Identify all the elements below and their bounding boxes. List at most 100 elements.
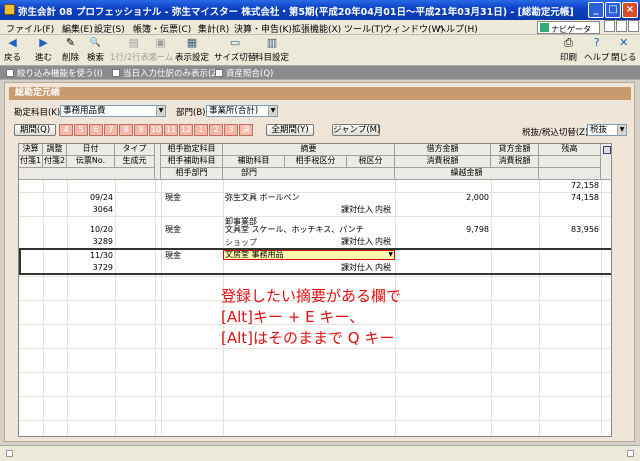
today-only-label: 当日入力仕訳のみ表示(Z) <box>123 69 221 79</box>
col-header-adjust: 調整 <box>43 144 67 156</box>
row-balance: 83,956 <box>571 225 599 234</box>
restore-doc-button[interactable] <box>616 20 627 32</box>
menu-books[interactable]: 帳簿・伝票(C) <box>133 22 191 35</box>
menu-file[interactable]: ファイル(F) <box>6 22 54 35</box>
opening-balance: 72,158 <box>571 181 599 190</box>
title-bar: 弥生会計 08 プロフェッショナル - 弥生マイスター 株式会社・第5期(平成2… <box>0 0 640 20</box>
dept-label: 部門(B) <box>176 108 206 118</box>
size-toggle-icon: ▭ <box>229 36 241 49</box>
month-tab[interactable]: 8 <box>119 124 133 136</box>
month-tab[interactable]: 2 <box>209 124 223 136</box>
close-window-button[interactable]: × <box>622 2 638 18</box>
dept-value: 事業所(合計) <box>209 106 259 116</box>
navigator-button[interactable]: ナビゲータ <box>537 21 600 34</box>
close-icon: ✕ <box>619 36 629 49</box>
col-header-counter-sub: 相手補助科目 <box>161 156 223 168</box>
close-button[interactable]: ✕ 閉じる <box>611 36 637 64</box>
menu-settings[interactable]: 設定(S) <box>94 22 125 35</box>
forward-button[interactable]: ▶ 進む <box>35 37 53 64</box>
checkbox-icon <box>6 69 14 77</box>
chevron-down-icon: ▼ <box>268 106 277 116</box>
filter-toggle[interactable]: 絞り込み機能を使う(I) <box>6 67 103 79</box>
row-tax-class: 課対仕入 <box>341 205 373 214</box>
instruction-line-3: [Alt]はそのままで Q キー <box>221 329 395 347</box>
month-tab[interactable]: 4 <box>59 124 73 136</box>
dept-select[interactable]: 事業所(合計) ▼ <box>206 105 278 117</box>
account-settings-button[interactable]: ▥ 科目設定 <box>255 37 289 64</box>
row-debit: 2,000 <box>466 193 489 202</box>
filter-bar: 絞り込み機能を使う(I) 当日入力仕訳のみ表示(Z) 資産照合(Q) <box>0 66 640 80</box>
month-tab[interactable]: 11 <box>164 124 178 136</box>
close-label: 閉じる <box>611 53 637 63</box>
checkbox-icon <box>215 69 223 77</box>
help-button[interactable]: ? ヘルプ <box>584 37 610 64</box>
status-bar <box>0 445 640 461</box>
account-select[interactable]: 事務用品費 ▼ <box>60 105 166 117</box>
zoom-label: ズーム <box>148 53 174 63</box>
month-tab[interactable]: 12 <box>179 124 193 136</box>
row-counter-account: 現金 <box>165 251 181 260</box>
close-doc-button[interactable] <box>628 20 639 32</box>
size-toggle-button[interactable]: ▭ サイズ切替 <box>214 36 257 64</box>
col-header-description: 摘要 <box>223 144 395 156</box>
menu-summary[interactable]: 集計(R) <box>198 22 229 35</box>
minimize-doc-button[interactable] <box>604 20 615 32</box>
back-button[interactable]: ◀ 戻る <box>4 36 21 64</box>
print-button[interactable]: ⎙ 印刷 <box>560 37 578 64</box>
month-tab[interactable]: 9 <box>134 124 148 136</box>
menu-edit[interactable]: 編集(E) <box>62 22 93 35</box>
row-description: 文具堂 スケール、ホッチキス、パンチ <box>225 225 364 234</box>
forward-label: 進む <box>35 53 53 63</box>
display-settings-button[interactable]: ▦ 表示設定 <box>175 37 209 64</box>
toolbar: ◀ 戻る ▶ 進む ✎ 削除 🔍 検索 ▤ 1行/2行表示 ▣ ズーム ▦ 表示設定 ▭ サイズ… <box>0 35 640 66</box>
zoom-button[interactable]: ▣ ズーム <box>148 37 174 64</box>
col-header-source: 生成元 <box>115 156 155 168</box>
app-icon <box>4 4 15 15</box>
col-header-debit: 借方金額 <box>395 144 491 156</box>
menu-closing[interactable]: 決算・申告(K) <box>234 22 292 35</box>
delete-button[interactable]: ✎ 削除 <box>62 36 79 64</box>
row-tax-inclusive: 内税 <box>375 205 391 214</box>
month-tab[interactable]: 7 <box>104 124 118 136</box>
minimize-button[interactable]: _ <box>588 2 604 18</box>
menu-extensions[interactable]: 拡張機能(X) <box>292 22 341 35</box>
menu-window[interactable]: ウィンドウ(W) <box>383 22 444 35</box>
asset-reconcile-label: 資産照合(Q) <box>226 69 274 79</box>
size-toggle-label: サイズ切替 <box>214 53 257 63</box>
checkbox-icon <box>112 69 120 77</box>
delete-icon: ✎ <box>65 36 76 49</box>
month-tab[interactable]: 6 <box>89 124 103 136</box>
jump-button[interactable]: ジャンプ(M) <box>332 124 380 136</box>
month-tab[interactable]: 決 <box>239 124 253 136</box>
row-date: 11/30 <box>89 251 113 260</box>
row-voucher-no: 3064 <box>92 205 113 214</box>
maximize-button[interactable]: □ <box>605 2 621 18</box>
col-header-date: 日付 <box>67 144 115 156</box>
row-dept: ショップ <box>225 238 257 247</box>
back-icon: ◀ <box>8 36 17 49</box>
chevron-down-icon: ▼ <box>617 125 626 135</box>
row-tax-class: 課対仕入 <box>341 237 373 246</box>
row-tax-inclusive: 内税 <box>375 237 391 246</box>
tax-select[interactable]: 税抜 ▼ <box>587 124 627 136</box>
col-header-debit-tax: 消費税額 <box>395 156 491 168</box>
column-settings-icon[interactable] <box>601 144 611 180</box>
row-counter-account: 現金 <box>165 225 181 234</box>
instruction-line-1: 登録したい摘要がある欄で <box>221 287 402 305</box>
period-button[interactable]: 期間(Q) <box>14 124 56 136</box>
asset-reconcile-toggle[interactable]: 資産照合(Q) <box>215 67 273 79</box>
today-only-toggle[interactable]: 当日入力仕訳のみ表示(Z) <box>112 67 220 79</box>
month-tab[interactable]: 3 <box>224 124 238 136</box>
menu-help[interactable]: ヘルプ(H) <box>437 22 478 35</box>
all-period-button[interactable]: 全期間(Y) <box>266 124 314 136</box>
menu-tools[interactable]: ツール(T) <box>344 22 384 35</box>
navigator-label: ナビゲータ <box>551 25 591 34</box>
month-tab[interactable]: 5 <box>74 124 88 136</box>
month-tab[interactable]: 1 <box>194 124 208 136</box>
print-label: 印刷 <box>560 53 578 63</box>
description-input[interactable]: 文房堂 事務用品 ▼ <box>223 250 395 260</box>
dropdown-icon[interactable]: ▼ <box>388 251 393 259</box>
row-description: 弥生文具 ボールペン <box>225 193 300 202</box>
search-button[interactable]: 🔍 検索 <box>87 37 104 63</box>
month-tab[interactable]: 10 <box>149 124 163 136</box>
